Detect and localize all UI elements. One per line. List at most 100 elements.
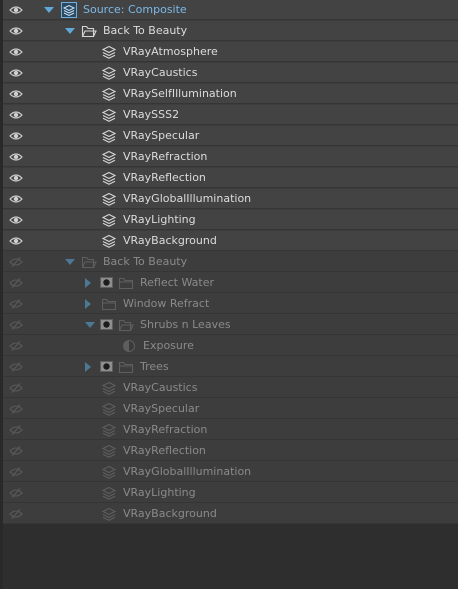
mask-icon[interactable]: [100, 319, 113, 330]
visibility-toggle[interactable]: [3, 357, 28, 377]
layer-row[interactable]: VRayBackground: [3, 231, 458, 251]
eye-off-icon: [9, 257, 23, 267]
eye-off-icon: [9, 341, 23, 351]
expand-icon[interactable]: [85, 362, 91, 372]
expand-icon[interactable]: [85, 299, 91, 309]
layer-row[interactable]: VRaySpecular: [3, 126, 458, 146]
group-row[interactable]: Back To Beauty: [3, 21, 458, 41]
visibility-toggle[interactable]: [3, 84, 28, 104]
layer-row[interactable]: VRayLighting: [3, 483, 458, 503]
layer-name: VRaySpecular: [123, 402, 200, 415]
collapse-icon[interactable]: [44, 7, 54, 13]
layer-row[interactable]: VRaySpecular: [3, 399, 458, 419]
group-row[interactable]: Reflect Water: [3, 273, 458, 293]
mask-icon[interactable]: [100, 361, 113, 372]
eye-icon: [9, 237, 23, 245]
visibility-toggle[interactable]: [3, 462, 28, 482]
group-name: Back To Beauty: [103, 24, 188, 37]
layer-row[interactable]: VRayGlobalIllumination: [3, 462, 458, 482]
eye-off-icon: [9, 509, 23, 519]
group-row[interactable]: Shrubs n Leaves: [3, 315, 458, 335]
eye-icon: [9, 153, 23, 161]
eye-off-icon: [9, 488, 23, 498]
group-row[interactable]: Window Refract: [3, 294, 458, 314]
visibility-toggle[interactable]: [3, 483, 28, 503]
visibility-toggle[interactable]: [3, 399, 28, 419]
layer-row[interactable]: VRayLighting: [3, 210, 458, 230]
visibility-toggle[interactable]: [3, 168, 28, 188]
visibility-toggle[interactable]: [3, 252, 28, 272]
visibility-toggle[interactable]: [3, 105, 28, 125]
layers-icon: [101, 171, 117, 185]
visibility-toggle[interactable]: [3, 147, 28, 167]
layer-name: VRayReflection: [123, 171, 206, 184]
eye-icon: [9, 132, 23, 140]
visibility-toggle[interactable]: [3, 336, 28, 356]
layer-row[interactable]: VRayAtmosphere: [3, 42, 458, 62]
eye-icon: [9, 6, 23, 14]
layers-panel: Source: Composite Back To Beauty VRayAtmo…: [0, 0, 458, 589]
visibility-toggle[interactable]: [3, 63, 28, 83]
layer-row[interactable]: VRayReflection: [3, 168, 458, 188]
eye-off-icon: [9, 299, 23, 309]
visibility-toggle[interactable]: [3, 504, 28, 524]
visibility-toggle[interactable]: [3, 378, 28, 398]
layers-icon: [101, 66, 117, 80]
layer-row[interactable]: VRaySelfIllumination: [3, 84, 458, 104]
mask-icon[interactable]: [100, 277, 113, 288]
layer-name: VRayRefraction: [123, 150, 208, 163]
layer-row[interactable]: VRayBackground: [3, 504, 458, 524]
folder-icon: [118, 361, 134, 374]
source-row[interactable]: Source: Composite: [3, 0, 458, 20]
layers-icon: [101, 150, 117, 164]
visibility-toggle[interactable]: [3, 0, 28, 20]
group-name: Window Refract: [123, 297, 210, 310]
layers-icon: [101, 192, 117, 206]
layer-name: VRayReflection: [123, 444, 206, 457]
layer-tree: Source: Composite Back To Beauty VRayAtmo…: [0, 0, 458, 589]
layer-row[interactable]: VRayGlobalIllumination: [3, 189, 458, 209]
visibility-toggle[interactable]: [3, 189, 28, 209]
visibility-toggle[interactable]: [3, 21, 28, 41]
layer-row[interactable]: VRayCaustics: [3, 378, 458, 398]
collapse-icon[interactable]: [65, 259, 75, 265]
collapse-icon[interactable]: [85, 322, 95, 328]
layer-name: VRaySelfIllumination: [123, 87, 237, 100]
visibility-toggle[interactable]: [3, 42, 28, 62]
layer-row[interactable]: VRayReflection: [3, 441, 458, 461]
layers-icon: [101, 465, 117, 479]
layers-icon: [101, 87, 117, 101]
visibility-toggle[interactable]: [3, 126, 28, 146]
group-row[interactable]: Trees: [3, 357, 458, 377]
adjustment-name: Exposure: [143, 339, 194, 352]
eye-off-icon: [9, 362, 23, 372]
visibility-toggle[interactable]: [3, 441, 28, 461]
visibility-toggle[interactable]: [3, 210, 28, 230]
layer-row[interactable]: VRayCaustics: [3, 63, 458, 83]
visibility-toggle[interactable]: [3, 273, 28, 293]
source-label: Source: Composite: [83, 3, 187, 16]
eye-off-icon: [9, 425, 23, 435]
layers-icon: [101, 486, 117, 500]
visibility-toggle[interactable]: [3, 315, 28, 335]
layer-name: VRayLighting: [123, 486, 196, 499]
layer-name: VRayAtmosphere: [123, 45, 218, 58]
folder-open-icon: [81, 256, 97, 269]
visibility-toggle[interactable]: [3, 231, 28, 251]
collapse-icon[interactable]: [65, 28, 75, 34]
layers-icon: [101, 129, 117, 143]
layer-name: VRayGlobalIllumination: [123, 465, 252, 478]
layer-row[interactable]: VRayRefraction: [3, 420, 458, 440]
layer-row[interactable]: VRayRefraction: [3, 147, 458, 167]
eye-off-icon: [9, 320, 23, 330]
layer-row[interactable]: VRaySSS2: [3, 105, 458, 125]
visibility-toggle[interactable]: [3, 420, 28, 440]
group-row[interactable]: Back To Beauty: [3, 252, 458, 272]
folder-icon: [118, 277, 134, 290]
visibility-toggle[interactable]: [3, 294, 28, 314]
eye-icon: [9, 111, 23, 119]
adjustment-row[interactable]: Exposure: [3, 336, 458, 356]
expand-icon[interactable]: [85, 278, 91, 288]
adjustment-icon: [123, 340, 135, 352]
eye-icon: [9, 27, 23, 35]
